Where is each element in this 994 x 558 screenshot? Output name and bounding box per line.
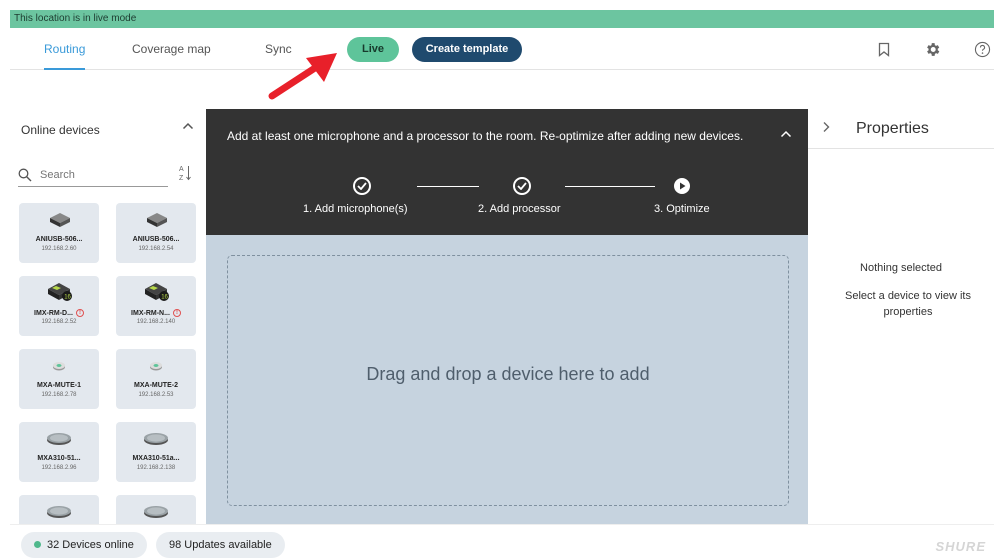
drop-zone-text: Drag and drop a device here to add — [366, 364, 650, 384]
device-name: ANIUSB-506... — [35, 236, 83, 243]
device-ip: 192.168.2.54 — [138, 246, 174, 252]
device-name: MXA310-51... — [37, 455, 81, 462]
device-ip: 192.168.2.60 — [41, 246, 77, 252]
table-mic-icon — [47, 433, 71, 445]
chevron-up-icon[interactable] — [182, 119, 194, 133]
tab-coverage-map[interactable]: Coverage map — [132, 28, 211, 70]
top-navigation: Routing Coverage map Sync Live Create te… — [10, 28, 994, 70]
room-canvas: Add at least one microphone and a proces… — [206, 109, 808, 524]
search-input[interactable] — [40, 169, 160, 181]
device-ip: 192.168.2.78 — [41, 392, 77, 398]
step-current-icon — [674, 178, 690, 194]
step-label: 3. Optimize — [654, 203, 710, 215]
step-connector — [417, 186, 479, 187]
online-status-dot-icon — [34, 541, 41, 548]
mute-button-icon — [53, 362, 65, 371]
device-card-mxa-mute-1[interactable]: MXA-MUTE-1 192.168.2.78 — [19, 349, 99, 409]
aniusb-icon — [147, 213, 167, 227]
imx-rm-icon: 16 — [48, 283, 72, 301]
device-card-partial-2[interactable] — [116, 495, 196, 524]
device-card-mxa-mute-2[interactable]: MXA-MUTE-2 192.168.2.53 — [116, 349, 196, 409]
properties-title: Properties — [856, 120, 929, 137]
device-name: MXA-MUTE-2 — [134, 382, 178, 389]
tab-routing[interactable]: Routing — [44, 28, 86, 70]
create-template-button[interactable]: Create template — [412, 37, 522, 62]
status-bar: 32 Devices online 98 Updates available S… — [10, 524, 994, 558]
shure-logo: SHURE — [935, 539, 986, 554]
step-label: 1. Add microphone(s) — [303, 203, 408, 215]
sort-alphabetical-icon[interactable]: AZ — [178, 164, 192, 184]
device-card-aniusb-2[interactable]: ANIUSB-506... 192.168.2.54 — [116, 203, 196, 263]
live-button[interactable]: Live — [347, 37, 399, 62]
device-card-imx-rm-2[interactable]: 16 IMX-RM-N...! 192.168.2.140 — [116, 276, 196, 336]
nothing-selected-text: Nothing selected — [860, 262, 942, 274]
device-ip: 192.168.2.52 — [41, 319, 77, 325]
table-mic-icon — [144, 506, 168, 518]
chevron-up-icon[interactable] — [780, 127, 792, 141]
setup-steps-panel: Add at least one microphone and a proces… — [206, 109, 808, 235]
device-drop-zone[interactable]: Drag and drop a device here to add — [227, 255, 789, 506]
imx-rm-icon: 16 — [145, 283, 169, 301]
properties-panel: Properties Nothing selected Select a dev… — [808, 109, 994, 524]
device-card-partial-1[interactable] — [19, 495, 99, 524]
bookmark-icon[interactable] — [874, 39, 894, 59]
annotation-arrow-icon — [268, 53, 337, 100]
help-icon[interactable] — [972, 39, 992, 59]
properties-hint: Select a device to view its properties — [845, 290, 971, 318]
updates-available-badge[interactable]: 98 Updates available — [156, 532, 285, 558]
device-name: MXA310-51a... — [132, 455, 180, 462]
device-card-mxa310-2[interactable]: MXA310-51a... 192.168.2.138 — [116, 422, 196, 482]
device-name: ANIUSB-506... — [132, 236, 180, 243]
devices-online-label: 32 Devices online — [47, 539, 134, 551]
device-name: IMX-RM-N...! — [116, 309, 196, 317]
step-complete-icon — [353, 177, 371, 195]
device-card-aniusb-1[interactable]: ANIUSB-506... 192.168.2.60 — [19, 203, 99, 263]
aniusb-icon — [50, 213, 70, 227]
search-icon — [18, 168, 32, 187]
gear-icon[interactable] — [922, 39, 942, 59]
updates-label: 98 Updates available — [169, 539, 272, 551]
table-mic-icon — [47, 506, 71, 518]
setup-instruction: Add at least one microphone and a proces… — [227, 129, 744, 143]
svg-text:A: A — [179, 166, 184, 173]
online-devices-panel: Online devices AZ ANIUSB-506... 192.168.… — [10, 109, 206, 524]
svg-text:16: 16 — [161, 294, 168, 300]
device-card-imx-rm-1[interactable]: 16 IMX-RM-D...! 192.168.2.52 — [19, 276, 99, 336]
svg-text:16: 16 — [64, 294, 71, 300]
chevron-right-icon[interactable] — [822, 121, 830, 136]
live-mode-banner: This location is in live mode — [10, 10, 994, 28]
step-complete-icon — [513, 177, 531, 195]
device-name: MXA-MUTE-1 — [37, 382, 81, 389]
properties-header: Properties — [808, 109, 994, 149]
device-card-mxa310-1[interactable]: MXA310-51... 192.168.2.96 — [19, 422, 99, 482]
device-ip: 192.168.2.138 — [136, 465, 176, 471]
warning-icon: ! — [172, 309, 181, 317]
table-mic-icon — [144, 433, 168, 445]
svg-text:Z: Z — [179, 175, 184, 182]
warning-icon: ! — [75, 309, 84, 317]
device-ip: 192.168.2.96 — [41, 465, 77, 471]
mute-button-icon — [150, 362, 162, 371]
device-ip: 192.168.2.140 — [136, 319, 176, 325]
device-ip: 192.168.2.53 — [138, 392, 174, 398]
search-field — [18, 165, 168, 187]
device-name: IMX-RM-D...! — [19, 309, 99, 317]
step-label: 2. Add processor — [478, 203, 561, 215]
online-devices-title: Online devices — [21, 123, 100, 137]
step-connector — [565, 186, 655, 187]
devices-online-badge[interactable]: 32 Devices online — [21, 532, 147, 558]
